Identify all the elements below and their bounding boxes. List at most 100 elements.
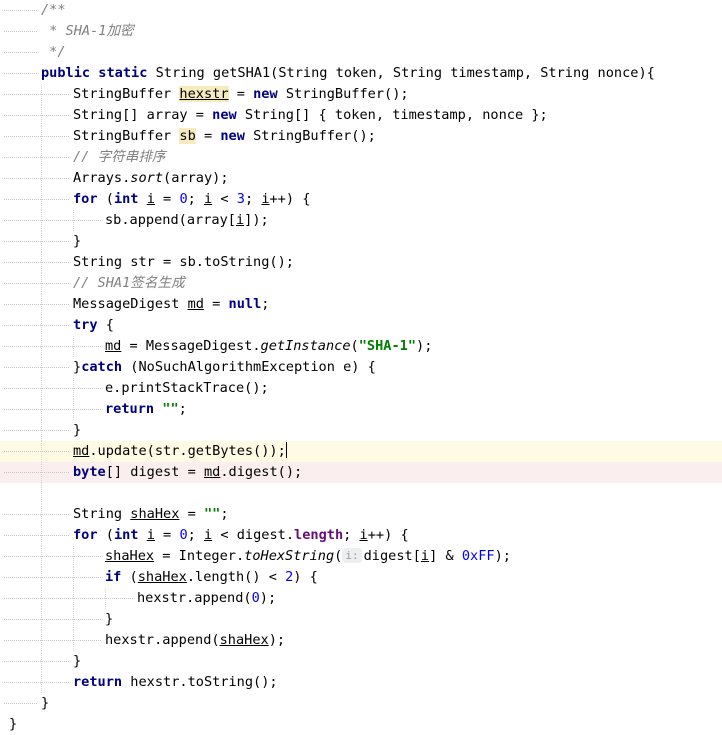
code-line[interactable]: MessageDigest md = null; (0, 294, 722, 315)
whitespace-marker (4, 136, 69, 137)
code-token: ; (187, 191, 204, 207)
code-token: ; (343, 527, 360, 543)
code-line[interactable]: if (shaHex.length() < 2) { (0, 567, 722, 588)
code-token: shaHex (105, 548, 155, 564)
whitespace-marker (4, 451, 69, 452)
code-line[interactable]: } (0, 231, 722, 252)
code-token: sort (130, 170, 164, 186)
whitespace-marker (4, 640, 101, 641)
code-token: Arrays. (73, 170, 131, 186)
code-token: new (220, 128, 245, 144)
code-token: ]); (244, 212, 269, 228)
code-text: sb.append(array[i]); (105, 210, 269, 231)
code-token: try (73, 317, 98, 333)
code-token: StringBuffer (73, 86, 180, 102)
code-token: shaHex (137, 569, 187, 585)
code-line[interactable]: StringBuffer hexstr = new StringBuffer()… (0, 84, 722, 105)
code-line[interactable]: return ""; (0, 399, 722, 420)
code-line[interactable]: public static String getSHA1(String toke… (0, 63, 722, 84)
code-token: i (420, 548, 430, 564)
code-line[interactable]: e.printStackTrace(); (0, 378, 722, 399)
whitespace-marker (4, 283, 69, 284)
code-line[interactable] (0, 483, 722, 504)
code-token: .update(str.getBytes()); (89, 443, 286, 459)
code-line[interactable]: String[] array = new String[] { token, t… (0, 105, 722, 126)
code-text: } (73, 651, 81, 672)
code-editor[interactable]: /** * SHA-1加密 */ public static String get… (0, 0, 722, 732)
code-token: catch (81, 359, 123, 375)
code-line[interactable]: } (0, 651, 722, 672)
code-token: return (105, 401, 155, 417)
indent-guide (41, 483, 42, 504)
text-caret (285, 442, 287, 458)
code-line[interactable]: /** (0, 0, 722, 21)
whitespace-marker (4, 220, 101, 221)
code-line[interactable]: shaHex = Integer.toHexString(i: digest[i]… (0, 546, 722, 567)
code-token: String (73, 506, 131, 522)
code-token: ); (494, 548, 511, 564)
whitespace-marker (4, 262, 69, 263)
code-token: md (203, 464, 221, 480)
parameter-hint: i: (342, 548, 362, 563)
code-line[interactable]: } (0, 609, 722, 630)
code-line[interactable]: md.update(str.getBytes()); (0, 441, 722, 462)
code-token: hexstr.append( (137, 590, 252, 606)
code-text: MessageDigest md = null; (73, 294, 269, 315)
whitespace-marker (4, 472, 69, 473)
code-token: "SHA-1" (358, 338, 417, 354)
whitespace-marker (4, 52, 37, 53)
code-token: digest[ (363, 548, 421, 564)
code-token: (array); (163, 170, 229, 186)
code-token: ++) { (269, 191, 311, 207)
code-line[interactable]: } (0, 693, 722, 714)
code-line[interactable]: Arrays.sort(array); (0, 168, 722, 189)
code-line[interactable]: for (int i = 0; i < digest.length; i++) … (0, 525, 722, 546)
code-line[interactable]: * SHA-1加密 (0, 21, 722, 42)
code-token: 3 (236, 191, 245, 207)
code-token: ( (97, 191, 114, 207)
code-text: } (105, 609, 113, 630)
code-token: 0 (179, 191, 188, 207)
whitespace-marker (4, 325, 69, 326)
code-line[interactable]: String str = sb.toString(); (0, 252, 722, 273)
code-line[interactable]: */ (0, 42, 722, 63)
code-token: md (73, 443, 90, 459)
code-line[interactable]: // 字符串排序 (0, 147, 722, 168)
code-line[interactable]: hexstr.append(shaHex); (0, 630, 722, 651)
code-token: shaHex (130, 506, 180, 522)
code-line[interactable]: } (0, 420, 722, 441)
code-line[interactable]: StringBuffer sb = new StringBuffer(); (0, 126, 722, 147)
code-token: public static (41, 65, 148, 81)
code-token: ; (178, 401, 187, 417)
code-text: public static String getSHA1(String toke… (41, 63, 655, 84)
code-line[interactable]: try { (0, 315, 722, 336)
code-token: ); (259, 590, 277, 606)
code-token: StringBuffer(); (244, 128, 376, 144)
code-line[interactable]: sb.append(array[i]); (0, 210, 722, 231)
code-token: = (203, 296, 229, 312)
code-text: for (int i = 0; i < digest.length; i++) … (73, 525, 409, 546)
code-line[interactable]: byte[] digest = md.digest(); (0, 462, 722, 483)
code-token: String[] { token, timestamp, nonce }; (236, 107, 548, 123)
whitespace-marker (4, 241, 69, 242)
code-line[interactable]: }catch (NoSuchAlgorithmException e) { (0, 357, 722, 378)
code-line[interactable]: hexstr.append(0); (0, 588, 722, 609)
code-token: ; (187, 527, 204, 543)
whitespace-marker (4, 409, 101, 410)
code-token: [] digest = (105, 464, 204, 480)
code-text: e.printStackTrace(); (105, 378, 269, 399)
whitespace-marker (4, 10, 37, 11)
code-line[interactable]: } (0, 714, 722, 735)
whitespace-marker (4, 199, 69, 200)
code-line[interactable]: // SHA1签名生成 (0, 273, 722, 294)
code-line[interactable]: for (int i = 0; i < 3; i++) { (0, 189, 722, 210)
code-line[interactable]: md = MessageDigest.getInstance("SHA-1"); (0, 336, 722, 357)
code-token: i (204, 527, 213, 543)
code-token: new (253, 86, 278, 102)
code-text: } (9, 714, 17, 735)
code-token: md (105, 338, 122, 354)
code-token: = (179, 506, 204, 522)
code-line[interactable]: return hexstr.toString(); (0, 672, 722, 693)
code-token: StringBuffer(); (277, 86, 409, 102)
code-line[interactable]: String shaHex = ""; (0, 504, 722, 525)
